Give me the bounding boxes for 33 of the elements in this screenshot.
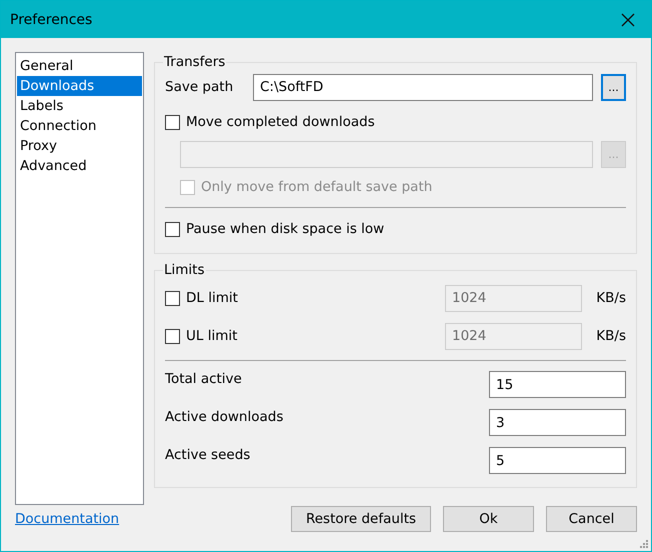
category-item[interactable]: General: [17, 56, 142, 76]
checkbox-label: Move completed downloads: [186, 114, 375, 130]
category-item[interactable]: Advanced: [17, 156, 142, 176]
window-title: Preferences: [10, 12, 92, 28]
dialog-button[interactable]: Ok: [443, 506, 534, 532]
field-label: Save path: [165, 79, 234, 95]
category-item[interactable]: Connection: [17, 116, 142, 136]
field-label: Total active: [165, 371, 242, 387]
dialog-button[interactable]: Restore defaults: [291, 506, 431, 532]
field-label: Active downloads: [165, 409, 284, 425]
checkbox-label: UL limit: [186, 328, 238, 344]
unit-label: KB/s: [595, 290, 626, 306]
checkbox[interactable]: [165, 222, 180, 236]
close-icon[interactable]: [621, 12, 635, 26]
documentation-link[interactable]: Documentation: [15, 511, 120, 527]
category-item[interactable]: Proxy: [17, 136, 142, 156]
category-item[interactable]: Downloads: [17, 76, 142, 96]
checkbox-label: Pause when disk space is low: [186, 221, 384, 237]
field-label: Active seeds: [165, 447, 250, 463]
resize-grip-icon[interactable]: [640, 540, 648, 548]
group-title: Transfers: [163, 54, 226, 70]
checkbox-label: Only move from default save path: [201, 179, 432, 195]
save-path-field[interactable]: C:\SoftFD: [253, 74, 593, 100]
count-field[interactable]: 3: [489, 409, 626, 436]
unit-label: KB/s: [595, 328, 626, 344]
count-field[interactable]: 5: [489, 447, 626, 474]
dialog-button[interactable]: Cancel: [546, 506, 637, 532]
checkbox-label: DL limit: [186, 290, 239, 306]
count-field[interactable]: 15: [489, 371, 626, 398]
category-item[interactable]: Labels: [17, 96, 142, 116]
group-title: Limits: [163, 262, 206, 278]
browse-button[interactable]: ...: [601, 74, 626, 100]
checkbox[interactable]: [165, 114, 180, 130]
